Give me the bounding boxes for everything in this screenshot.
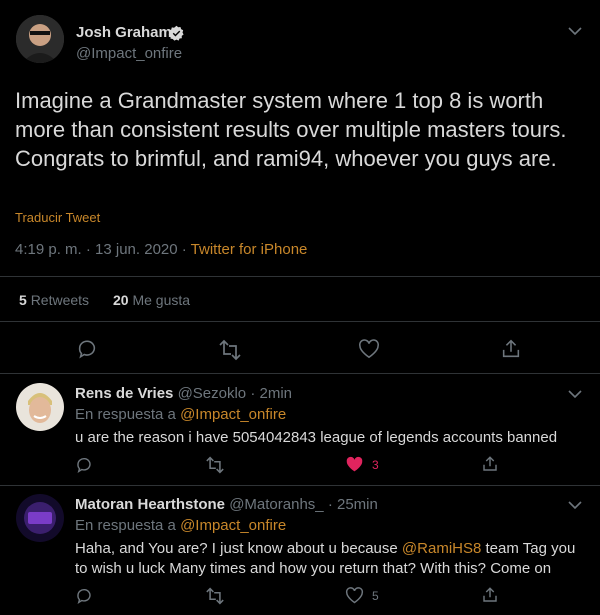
like-icon[interactable] <box>345 587 364 604</box>
divider <box>0 276 600 277</box>
like-count: 3 <box>372 458 379 472</box>
share-icon[interactable] <box>481 586 499 604</box>
tweet-source-link[interactable]: Twitter for iPhone <box>191 241 308 258</box>
share-icon[interactable] <box>500 338 522 360</box>
chevron-down-icon[interactable] <box>568 500 582 510</box>
tweet-text: Imagine a Grandmaster system where 1 top… <box>15 88 567 171</box>
likes-count: 20 <box>113 292 129 308</box>
retweet-icon[interactable] <box>218 339 242 361</box>
like-icon[interactable] <box>358 339 380 359</box>
tweet-timestamp[interactable]: 4:19 p. m. · 13 jun. 2020 · <box>15 241 191 258</box>
reply-icon[interactable] <box>75 587 93 605</box>
retweet-icon[interactable] <box>205 587 225 605</box>
divider <box>0 373 600 374</box>
reply-header: Matoran Hearthstone @Matoranhs_ · 25min <box>75 496 378 513</box>
like-icon-filled[interactable] <box>345 456 364 473</box>
likes-stat[interactable]: 20 Me gusta <box>113 292 190 308</box>
divider <box>0 485 600 486</box>
retweet-icon[interactable] <box>205 456 225 474</box>
share-icon[interactable] <box>481 455 499 473</box>
reply-time[interactable]: · 2min <box>250 385 292 402</box>
reply-text: Haha, and You are? I just know about u b… <box>75 539 585 579</box>
divider <box>0 321 600 322</box>
reply-context: En respuesta a @Impact_onfire <box>75 517 286 534</box>
retweets-count: 5 <box>19 292 27 308</box>
reply-text: u are the reason i have 5054042843 leagu… <box>75 429 558 446</box>
reply-to-link[interactable]: @Impact_onfire <box>180 517 286 534</box>
mention-link[interactable]: @RamiHS8 <box>402 540 481 557</box>
verified-badge-icon <box>168 25 185 42</box>
avatar-rens-de-vries[interactable] <box>16 383 64 431</box>
reply-header: Rens de Vries @Sezoklo · 2min <box>75 385 292 402</box>
reply-author-handle[interactable]: @Sezoklo <box>178 385 247 402</box>
retweets-label: Retweets <box>30 292 90 308</box>
reply-context: En respuesta a @Impact_onfire <box>75 406 286 423</box>
chevron-down-icon[interactable] <box>568 389 582 399</box>
reply-author-handle[interactable]: @Matoranhs_ <box>229 496 323 513</box>
reply-text-before: Haha, and You are? I just know about u b… <box>75 540 402 557</box>
translate-tweet-link[interactable]: Traducir Tweet <box>15 210 100 225</box>
avatar-matoran-hearthstone[interactable] <box>16 494 64 542</box>
reply-prefix: En respuesta a <box>75 406 181 423</box>
tweet-meta: 4:19 p. m. · 13 jun. 2020 · Twitter for … <box>15 241 307 258</box>
chevron-down-icon[interactable] <box>568 26 582 36</box>
reply-author-name[interactable]: Matoran Hearthstone <box>75 496 225 513</box>
reply-icon[interactable] <box>76 338 98 360</box>
like-count: 5 <box>372 589 379 603</box>
author-name[interactable]: Josh Graham <box>76 24 172 41</box>
avatar-josh-graham[interactable] <box>16 15 64 63</box>
reply-to-link[interactable]: @Impact_onfire <box>180 406 286 423</box>
author-handle[interactable]: @Impact_onfire <box>76 45 182 62</box>
reply-prefix: En respuesta a <box>75 517 181 534</box>
retweets-stat[interactable]: 5 Retweets <box>19 292 89 308</box>
reply-icon[interactable] <box>75 456 93 474</box>
likes-label: Me gusta <box>132 292 191 308</box>
reply-author-name[interactable]: Rens de Vries <box>75 385 173 402</box>
reply-time[interactable]: · 25min <box>328 496 378 513</box>
